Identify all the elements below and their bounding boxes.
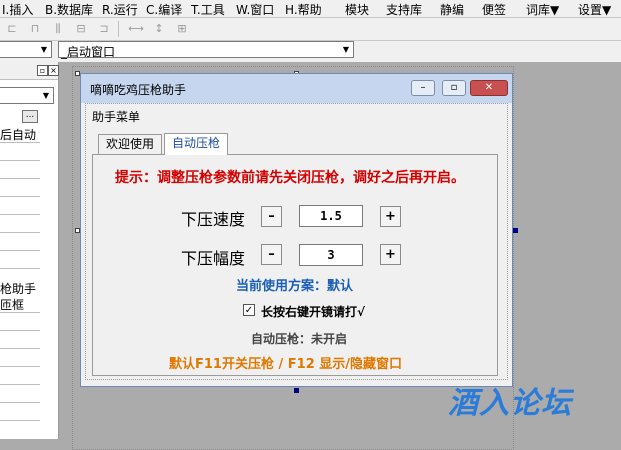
- app-window: 嘀嘀吃鸡压枪助手 – ▫ ✕ 助手菜单 欢迎使用 自动压枪 提示：调整压枪参数前…: [80, 73, 513, 387]
- ellipsis-button[interactable]: ...: [22, 110, 38, 123]
- same-height-icon[interactable]: ↕: [151, 21, 167, 36]
- menu-modules[interactable]: 模块: [345, 1, 369, 18]
- property-row-divider: [0, 420, 40, 421]
- forum-watermark: 酒入论坛: [448, 386, 572, 421]
- minimize-button[interactable]: –: [411, 80, 435, 96]
- maximize-button[interactable]: ▫: [442, 80, 466, 96]
- property-row-divider: [0, 250, 40, 251]
- property-row-divider: [0, 178, 40, 179]
- speed-increase-button[interactable]: +: [380, 206, 401, 227]
- ide-toolbar: ⊏ ⊓ ⫼ ⊟ ⊐ ⟷ ↕ ⊞: [0, 18, 621, 41]
- menu-insert[interactable]: I.插入: [2, 1, 33, 18]
- property-row-divider: [0, 384, 40, 385]
- right-click-scope-label[interactable]: 长按右键开镜请打√: [261, 303, 365, 320]
- align-right-icon[interactable]: ⊐: [96, 21, 112, 36]
- resize-handle[interactable]: [294, 388, 299, 393]
- property-panel: ▫ × ▼ ... 后自动 枪助手 匝框: [0, 62, 59, 439]
- amplitude-label: 下压幅度: [181, 249, 246, 268]
- window-combo[interactable]: _启动窗口 ▼: [58, 41, 354, 59]
- property-object-combo[interactable]: ▼: [0, 87, 54, 104]
- property-row-divider: [0, 402, 40, 403]
- ide-combo-row: ▼ _启动窗口 ▼: [0, 41, 621, 62]
- window-client-area: 助手菜单 欢迎使用 自动压枪 提示：调整压枪参数前请先关闭压枪，调好之后再开启。…: [85, 103, 508, 380]
- property-panel-header: ▫ ×: [0, 62, 59, 80]
- align-left-icon[interactable]: ⊏: [4, 21, 20, 36]
- window-titlebar[interactable]: 嘀嘀吃鸡压枪助手 – ▫ ✕: [81, 74, 512, 103]
- property-row-divider: [0, 142, 40, 143]
- menu-notes[interactable]: 便签: [482, 1, 506, 18]
- close-button[interactable]: ✕: [470, 80, 508, 96]
- property-row-divider: [0, 196, 40, 197]
- tab-welcome[interactable]: 欢迎使用: [98, 134, 162, 154]
- window-title: 嘀嘀吃鸡压枪助手: [90, 83, 187, 97]
- menu-support-library[interactable]: 支持库: [386, 1, 422, 18]
- window-combo-value: _启动窗口: [61, 45, 116, 59]
- property-row-divider: [0, 268, 40, 269]
- notice-text: 提示：调整压枪参数前请先关闭压枪，调好之后再开启。: [115, 170, 465, 186]
- amplitude-increase-button[interactable]: +: [380, 244, 401, 265]
- speed-value-field[interactable]: 1.5: [299, 205, 363, 227]
- property-row-text: 匝框: [0, 298, 25, 312]
- tab-auto-recoil[interactable]: 自动压枪: [164, 133, 228, 155]
- auto-recoil-panel: 提示：调整压枪参数前请先关闭压枪，调好之后再开启。 下压速度 – 1.5 + 下…: [92, 154, 498, 376]
- speed-decrease-button[interactable]: –: [261, 206, 282, 227]
- amplitude-decrease-button[interactable]: –: [261, 244, 282, 265]
- menu-settings[interactable]: 设置▼: [578, 1, 611, 18]
- property-row-divider: [0, 348, 40, 349]
- close-icon[interactable]: ×: [48, 65, 59, 76]
- chevron-down-icon: ▼: [40, 45, 48, 54]
- same-size-icon[interactable]: ⊞: [174, 21, 190, 36]
- pin-icon[interactable]: ▫: [37, 65, 48, 76]
- menu-thesaurus[interactable]: 词库▼: [526, 1, 559, 18]
- align-middle-icon[interactable]: ⊟: [73, 21, 89, 36]
- menu-run[interactable]: R.运行: [102, 1, 138, 18]
- property-row-divider: [0, 366, 40, 367]
- menu-static-compile[interactable]: 静编: [440, 1, 464, 18]
- property-row-divider: [0, 214, 40, 215]
- right-click-scope-checkbox[interactable]: ✓: [243, 304, 255, 316]
- property-row-text: 枪助手: [0, 282, 37, 296]
- amplitude-value-field[interactable]: 3: [299, 244, 363, 266]
- property-row-divider: [0, 330, 40, 331]
- property-row-text: 后自动: [0, 128, 37, 142]
- hotkey-hint: 默认F11开关压枪 / F12 显示/隐藏窗口: [169, 357, 403, 372]
- menu-database[interactable]: B.数据库: [45, 1, 93, 18]
- align-center-icon[interactable]: ⫼: [50, 21, 66, 36]
- resize-handle[interactable]: [513, 228, 518, 233]
- helper-menu[interactable]: 助手菜单: [92, 108, 140, 125]
- menu-window[interactable]: W.窗口: [236, 1, 274, 18]
- property-row-divider: [0, 160, 40, 161]
- property-row-divider: [0, 312, 40, 313]
- program-combo[interactable]: ▼: [0, 41, 52, 58]
- menu-tools[interactable]: T.工具: [191, 1, 225, 18]
- speed-label: 下压速度: [181, 210, 246, 229]
- ide-menubar: I.插入 B.数据库 R.运行 C.编译 T.工具 W.窗口 H.帮助 模块 支…: [0, 0, 621, 18]
- same-width-icon[interactable]: ⟷: [128, 21, 144, 36]
- current-scheme-text: 当前使用方案：默认: [236, 279, 354, 294]
- menu-compile[interactable]: C.编译: [146, 1, 182, 18]
- auto-recoil-status: 自动压枪：未开启: [251, 332, 348, 346]
- menu-help[interactable]: H.帮助: [285, 1, 322, 18]
- align-top-icon[interactable]: ⊓: [27, 21, 43, 36]
- property-row-divider: [0, 232, 40, 233]
- toolbar-divider: [118, 21, 119, 37]
- chevron-down-icon: ▼: [42, 91, 50, 100]
- chevron-down-icon: ▼: [342, 45, 350, 54]
